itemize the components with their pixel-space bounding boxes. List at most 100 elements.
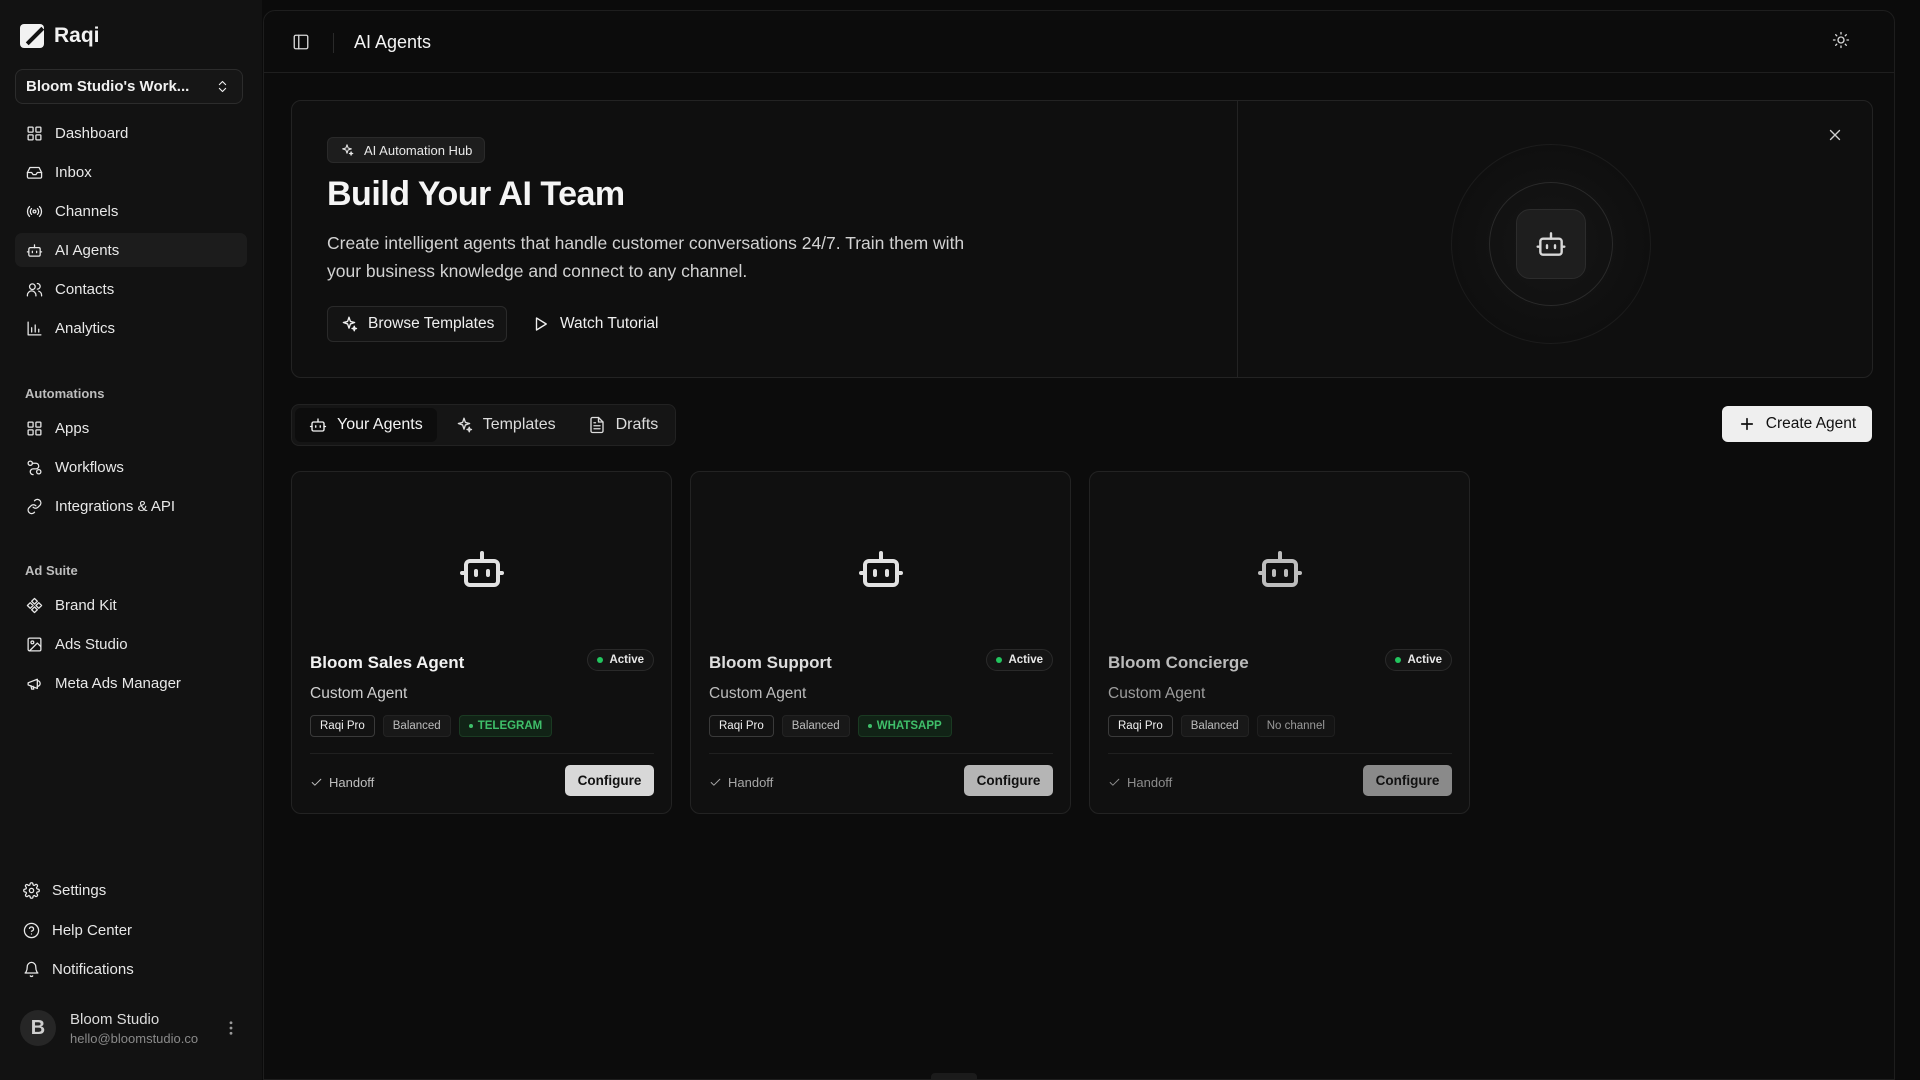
agent-avatar [458,545,506,598]
mode-chip: Balanced [781,715,850,737]
channel-dot [468,724,473,728]
agent-tags: Raqi Pro Balanced TELEGRAM [310,715,553,737]
channel-label: TELEGRAM [477,720,543,732]
sun-icon[interactable] [1832,31,1850,49]
plan-chip: Raqi Pro [1108,715,1173,737]
sidebar-toggle-icon[interactable] [292,33,310,51]
tab-your-agents[interactable]: Your Agents [295,408,437,442]
nav-label: Brand Kit [55,596,117,614]
bot-icon [458,545,506,593]
card-divider [1108,753,1452,754]
close-icon[interactable] [1826,126,1844,144]
channel-chip: No channel [1256,715,1335,737]
agent-card[interactable]: Bloom Concierge Active Custom Agent Raqi… [1089,471,1470,814]
chevron-up-down-icon [213,78,231,96]
card-divider [709,753,1053,754]
page-title: AI Agents [354,32,432,52]
nav-label: Contacts [55,280,115,298]
channel-label: WHATSAPP [876,720,942,732]
nav-label: Notifications [52,960,134,978]
configure-button[interactable]: Configure [565,765,654,796]
agent-avatar [857,545,905,598]
plan-chip: Raqi Pro [709,715,774,737]
diamond-icon [25,596,43,614]
configure-button[interactable]: Configure [1363,765,1452,796]
nav-item-apps[interactable]: Apps [15,411,247,445]
tab-label: Drafts [615,416,659,433]
channel-dot [867,724,872,728]
agent-avatar [1256,545,1304,598]
status-dot [1395,657,1402,663]
user-name: Bloom Studio [70,1010,160,1028]
browse-templates-button[interactable]: Browse Templates [327,306,508,342]
section-label-ad-suite: Ad Suite [25,563,78,578]
nav-item-brand-kit[interactable]: Brand Kit [15,588,247,622]
agent-card[interactable]: Bloom Support Active Custom Agent Raqi P… [690,471,1071,814]
nav-item-settings[interactable]: Settings [12,873,244,907]
agent-cards: Bloom Sales Agent Active Custom Agent Ra… [291,471,1470,814]
agent-tags: Raqi Pro Balanced WHATSAPP [709,715,952,737]
nav-item-ads-studio[interactable]: Ads Studio [15,627,247,661]
main-panel: AI Agents AI Automation Hub Build Your A… [263,10,1895,1080]
users-icon [25,280,43,298]
nav-label: Meta Ads Manager [55,674,181,692]
bot-icon [25,241,43,259]
nav-item-inbox[interactable]: Inbox [15,155,247,189]
status-label: Active [1407,654,1442,666]
more-vertical-icon[interactable] [222,1019,240,1037]
nav-item-notifications[interactable]: Notifications [12,952,244,986]
nav-label: Settings [52,881,107,899]
handoff-label: Handoff [329,775,375,790]
nav-label: Inbox [55,163,92,181]
nav-item-meta-ads-manager[interactable]: Meta Ads Manager [15,666,247,700]
check-icon [1108,776,1121,789]
check-icon [709,776,722,789]
sparkles-icon [340,315,358,333]
agent-name: Bloom Sales Agent [310,653,465,672]
bot-icon [1256,545,1304,593]
nav-item-help-center[interactable]: Help Center [12,913,244,947]
agent-type: Custom Agent [1108,685,1206,702]
nav-item-channels[interactable]: Channels [15,194,247,228]
gear-icon [22,881,40,899]
sidebar: Raqi Bloom Studio's Work... Dashboard In… [0,0,262,1080]
tab-drafts[interactable]: Drafts [574,408,673,442]
workspace-selector[interactable]: Bloom Studio's Work... [15,69,243,104]
status-label: Active [609,654,644,666]
plan-chip: Raqi Pro [310,715,375,737]
agent-card[interactable]: Bloom Sales Agent Active Custom Agent Ra… [291,471,672,814]
tab-label: Templates [482,416,556,433]
tab-label: Your Agents [337,416,423,433]
hero-illustration [1451,144,1651,344]
brand[interactable]: Raqi [20,24,100,48]
grid-icon [25,124,43,142]
bell-icon [22,960,40,978]
tab-templates[interactable]: Templates [441,408,570,442]
nav-label: Workflows [55,458,124,476]
image-icon [25,635,43,653]
help-circle-icon [22,921,40,939]
apps-grid-icon [25,419,43,437]
handoff-label: Handoff [728,775,774,790]
workflow-icon [25,458,43,476]
watch-tutorial-button[interactable]: Watch Tutorial [520,306,671,342]
inbox-icon [25,163,43,181]
create-agent-button[interactable]: Create Agent [1722,406,1872,442]
nav-item-dashboard[interactable]: Dashboard [15,116,247,150]
handoff-indicator: Handoff [709,775,773,790]
handoff-indicator: Handoff [310,775,374,790]
configure-button[interactable]: Configure [964,765,1053,796]
status-dot [996,657,1003,663]
nav-item-integrations[interactable]: Integrations & API [15,489,247,523]
bottom-handle[interactable] [931,1073,977,1079]
document-icon [588,416,606,434]
bottom-nav: Settings Help Center Notifications [12,873,244,991]
status-label: Active [1008,654,1043,666]
check-icon [310,776,323,789]
nav-item-analytics[interactable]: Analytics [15,311,247,345]
user-profile[interactable]: B Bloom Studio hello@bloomstudio.co [20,1010,240,1046]
nav-item-workflows[interactable]: Workflows [15,450,247,484]
handoff-indicator: Handoff [1108,775,1172,790]
nav-item-ai-agents[interactable]: AI Agents [15,233,247,267]
nav-item-contacts[interactable]: Contacts [15,272,247,306]
